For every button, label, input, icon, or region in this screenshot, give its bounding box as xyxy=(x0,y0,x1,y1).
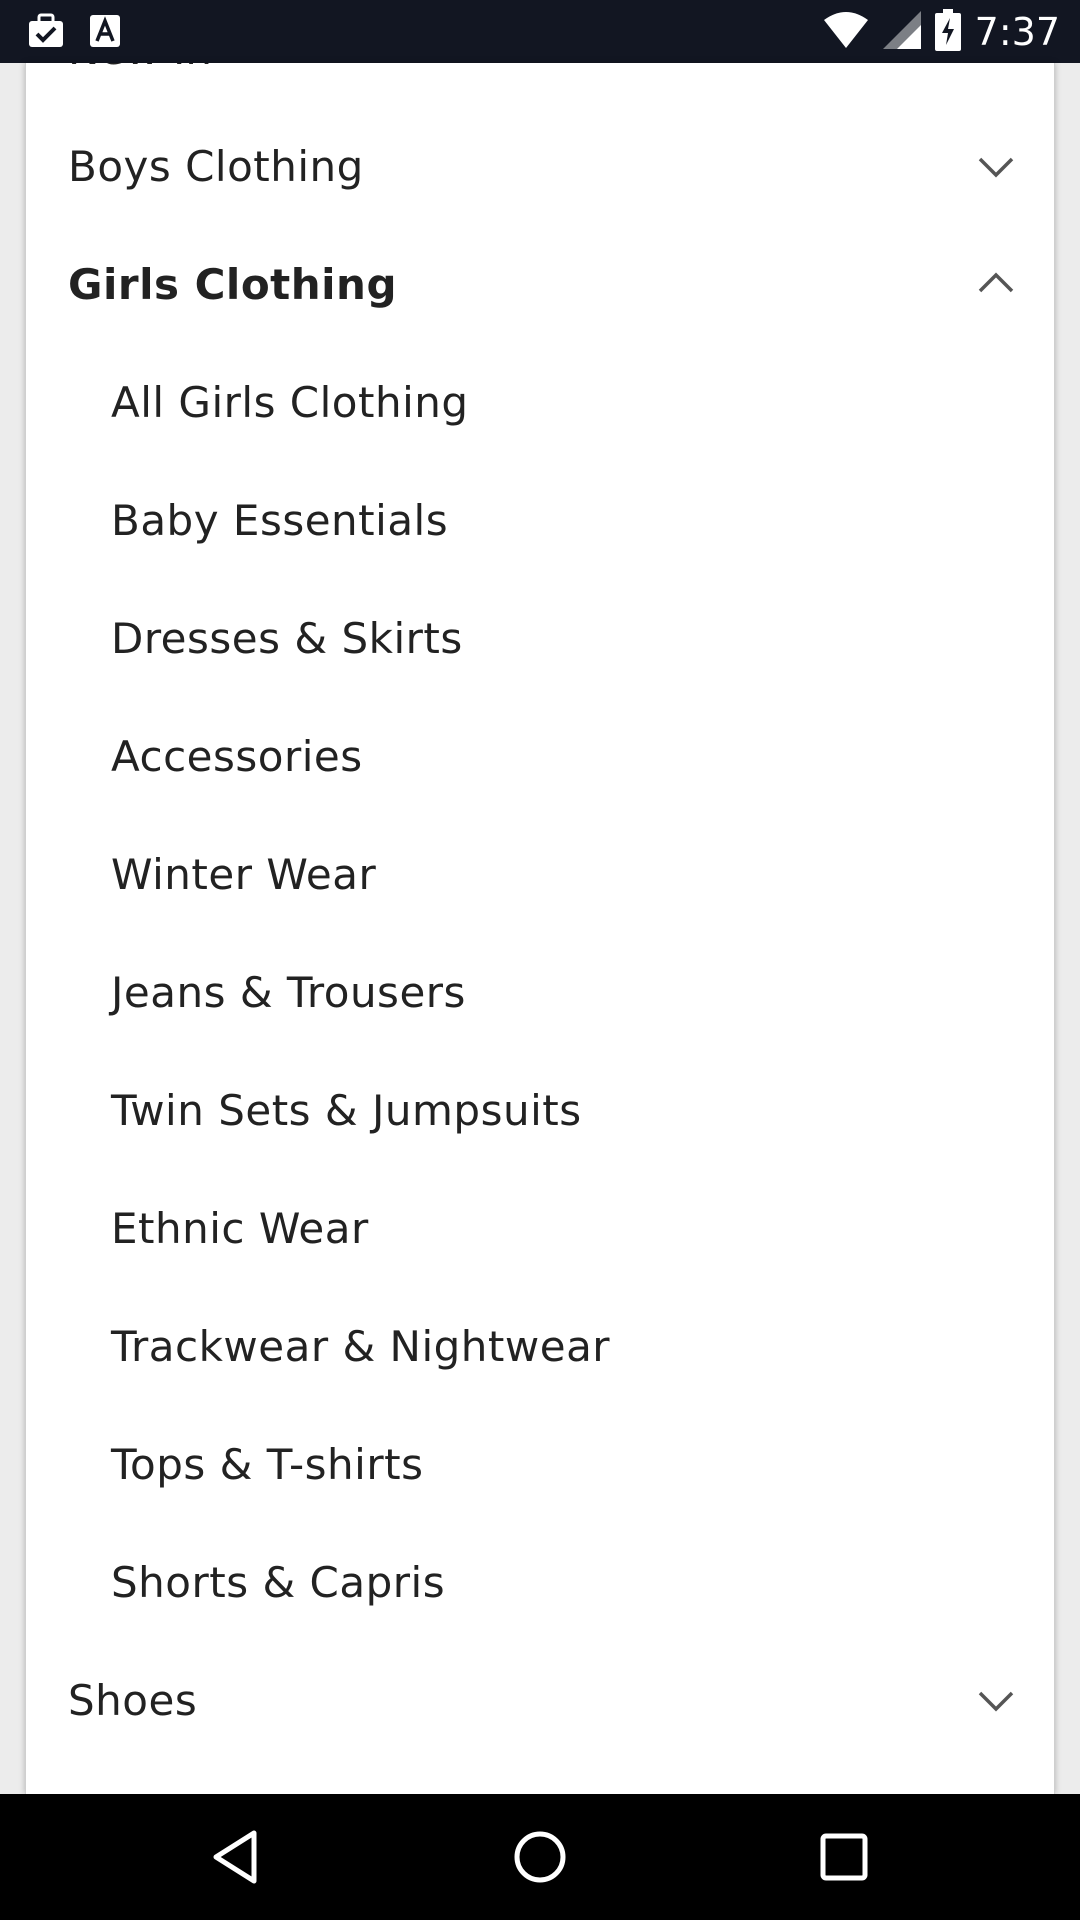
home-icon[interactable] xyxy=(510,1827,570,1887)
text-a-icon xyxy=(88,11,122,55)
menu-item-label: Boys Clothing xyxy=(68,141,364,191)
chevron-down-icon[interactable] xyxy=(976,146,1016,186)
menu-item-label: Shoes xyxy=(68,1675,198,1725)
chevron-down-icon[interactable] xyxy=(976,1680,1016,1720)
submenu-item-label: Jeans & Trousers xyxy=(111,967,466,1017)
chevron-up-icon[interactable] xyxy=(976,264,1016,304)
menu-item-label: Girls Clothing xyxy=(68,259,398,309)
back-icon[interactable] xyxy=(206,1827,266,1887)
submenu-item-label: Twin Sets & Jumpsuits xyxy=(111,1085,582,1135)
submenu-item-label: Shorts & Capris xyxy=(111,1557,446,1607)
submenu-item-label: Trackwear & Nightwear xyxy=(111,1321,611,1371)
status-time: 7:37 xyxy=(974,9,1060,54)
submenu-item-label: Baby Essentials xyxy=(111,495,449,545)
battery-charging-icon xyxy=(934,8,961,55)
submenu-item-baby-essentials[interactable]: Baby Essentials xyxy=(26,461,1054,579)
signal-icon xyxy=(882,10,921,53)
submenu-item-label: Accessories xyxy=(111,731,363,781)
menu-item-boys-clothing[interactable]: Boys Clothing xyxy=(26,107,1054,225)
system-nav-bar xyxy=(0,1794,1080,1920)
menu-item-girls-clothing[interactable]: Girls Clothing xyxy=(26,225,1054,343)
status-bar: 7:37 xyxy=(0,0,1080,63)
wifi-icon xyxy=(823,11,869,52)
submenu-item-label: Ethnic Wear xyxy=(111,1203,369,1253)
submenu-item-ethnic-wear[interactable]: Ethnic Wear xyxy=(26,1169,1054,1287)
submenu-item-label: Tops & T-shirts xyxy=(111,1439,424,1489)
submenu-item-label: All Girls Clothing xyxy=(111,377,469,427)
submenu-item-all-girls-clothing[interactable]: All Girls Clothing xyxy=(26,343,1054,461)
briefcase-check-icon xyxy=(26,11,66,55)
submenu-item-trackwear-nightwear[interactable]: Trackwear & Nightwear xyxy=(26,1287,1054,1405)
submenu-item-label: Dresses & Skirts xyxy=(111,613,463,663)
menu-item-partial-label[interactable]: New In xyxy=(68,63,212,74)
submenu-item-twin-sets-jumpsuits[interactable]: Twin Sets & Jumpsuits xyxy=(26,1051,1054,1169)
submenu-item-shorts-capris[interactable]: Shorts & Capris xyxy=(26,1523,1054,1641)
submenu-item-winter-wear[interactable]: Winter Wear xyxy=(26,815,1054,933)
menu-item-shoes[interactable]: Shoes xyxy=(26,1641,1054,1759)
submenu-item-label: Winter Wear xyxy=(111,849,377,899)
submenu-item-accessories[interactable]: Accessories xyxy=(26,697,1054,815)
recents-icon[interactable] xyxy=(814,1827,874,1887)
submenu-item-tops-tshirts[interactable]: Tops & T-shirts xyxy=(26,1405,1054,1523)
submenu-item-dresses-skirts[interactable]: Dresses & Skirts xyxy=(26,579,1054,697)
category-drawer: New In Boys Clothing Girls Clothing All … xyxy=(25,63,1055,1794)
submenu-item-jeans-trousers[interactable]: Jeans & Trousers xyxy=(26,933,1054,1051)
